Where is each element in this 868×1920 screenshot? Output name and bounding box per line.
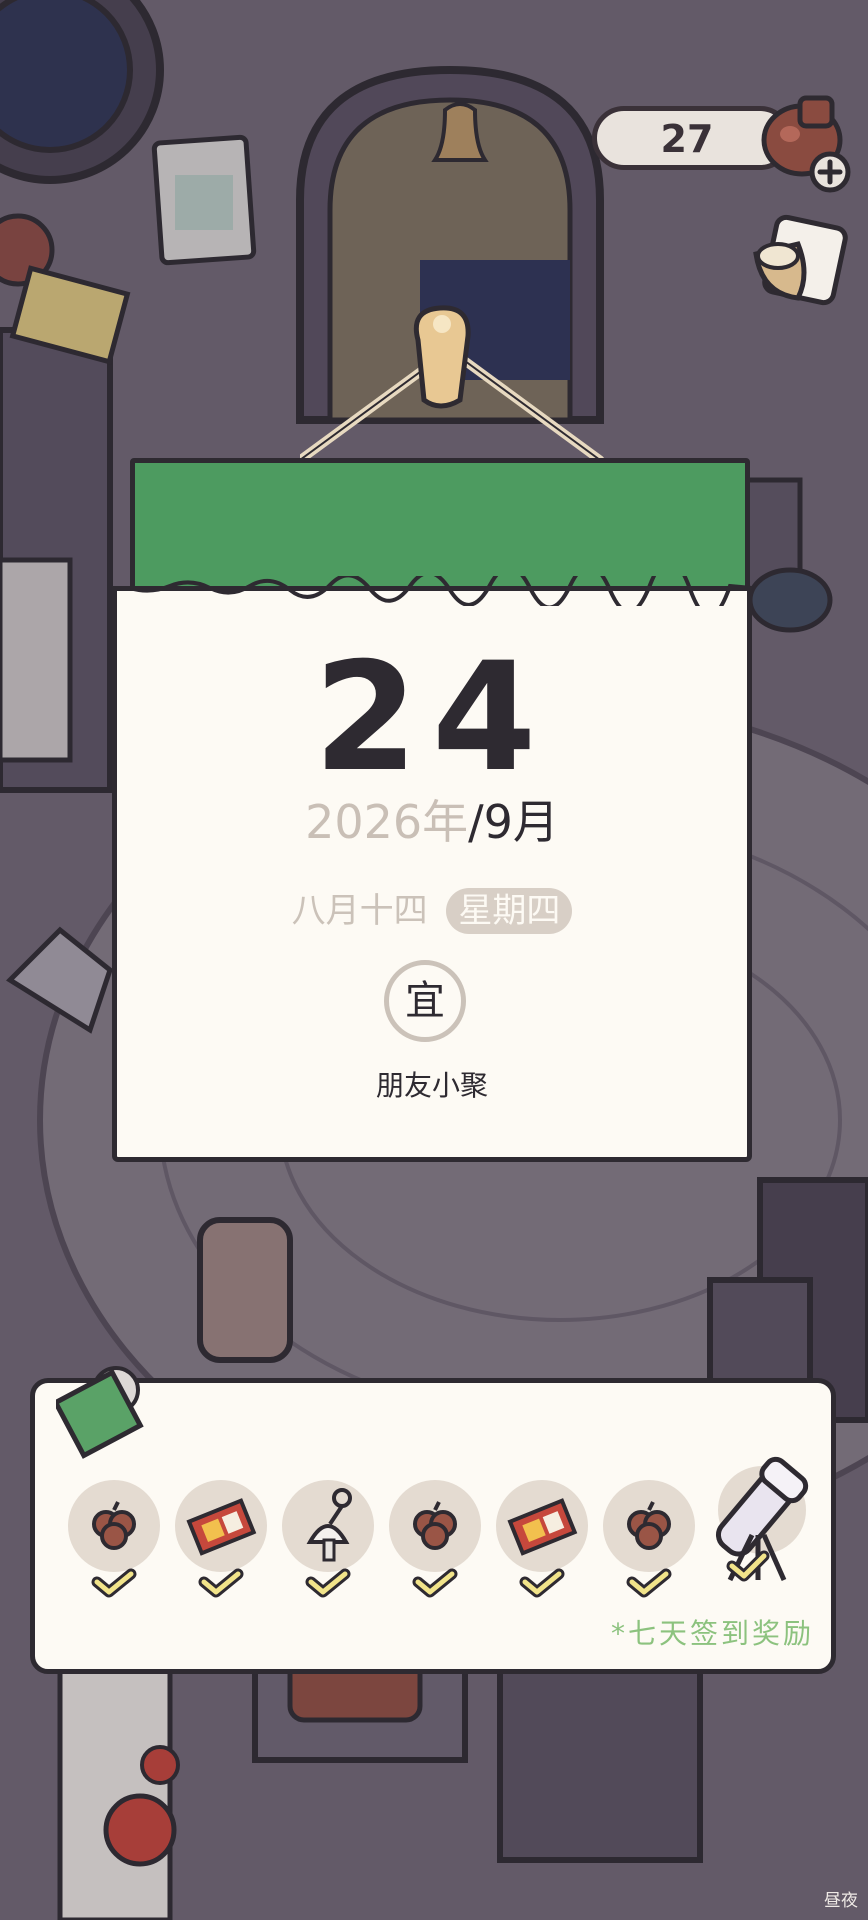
reward-slot-day-1[interactable] bbox=[68, 1480, 160, 1600]
reward-slot-day-5[interactable] bbox=[496, 1480, 588, 1600]
reward-slot-day-3[interactable] bbox=[282, 1480, 374, 1600]
bowl-icon[interactable] bbox=[748, 214, 852, 314]
clover-icon bbox=[413, 1501, 457, 1550]
telescope-icon bbox=[715, 1456, 809, 1582]
claimed-check-icon bbox=[198, 1568, 244, 1598]
clover-icon bbox=[627, 1501, 671, 1550]
calendar-header-band bbox=[130, 458, 750, 592]
claimed-check-icon bbox=[305, 1568, 351, 1598]
claimed-check-icon bbox=[91, 1568, 137, 1598]
ticket-icon bbox=[507, 1498, 578, 1556]
ticket-icon bbox=[186, 1498, 257, 1556]
seven-day-reward-note: *七天签到奖励 bbox=[610, 1617, 814, 1650]
day-night-toggle[interactable]: 昼夜 bbox=[798, 1886, 858, 1911]
calendar-year-month: 2026年/9月 bbox=[112, 794, 752, 850]
reward-slot-day-4[interactable] bbox=[389, 1480, 481, 1600]
calendar-tear-edge bbox=[130, 576, 752, 606]
suitable-activity: 朋友小聚 bbox=[375, 1069, 488, 1102]
claimed-check-icon bbox=[412, 1568, 458, 1598]
calendar-day-number: 24 bbox=[313, 631, 551, 805]
calendar-lunar-row: 八月十四 星期四 bbox=[112, 888, 752, 934]
lunar-date: 八月十四 bbox=[291, 891, 428, 931]
clover-icon bbox=[92, 1501, 136, 1550]
reward-slot-day-6[interactable] bbox=[603, 1480, 695, 1600]
clover-bag-icon[interactable] bbox=[756, 90, 856, 200]
reward-slot-day-2[interactable] bbox=[175, 1480, 267, 1600]
claimed-check-icon bbox=[519, 1568, 565, 1598]
weekday-badge: 星期四 bbox=[446, 888, 573, 934]
claimed-check-icon bbox=[626, 1568, 672, 1598]
calendar-hanger bbox=[300, 305, 605, 465]
suitable-badge: 宜 bbox=[384, 960, 466, 1042]
calendar-month: /9月 bbox=[468, 795, 559, 849]
coin-count: 27 bbox=[660, 117, 714, 161]
daily-calendar[interactable]: 24 2026年/9月 八月十四 星期四 宜 朋友小聚 bbox=[112, 458, 752, 1162]
ticket-icon bbox=[56, 1366, 144, 1459]
calendar-year: 2026年 bbox=[305, 795, 469, 849]
wind-chime-icon bbox=[306, 1488, 352, 1562]
